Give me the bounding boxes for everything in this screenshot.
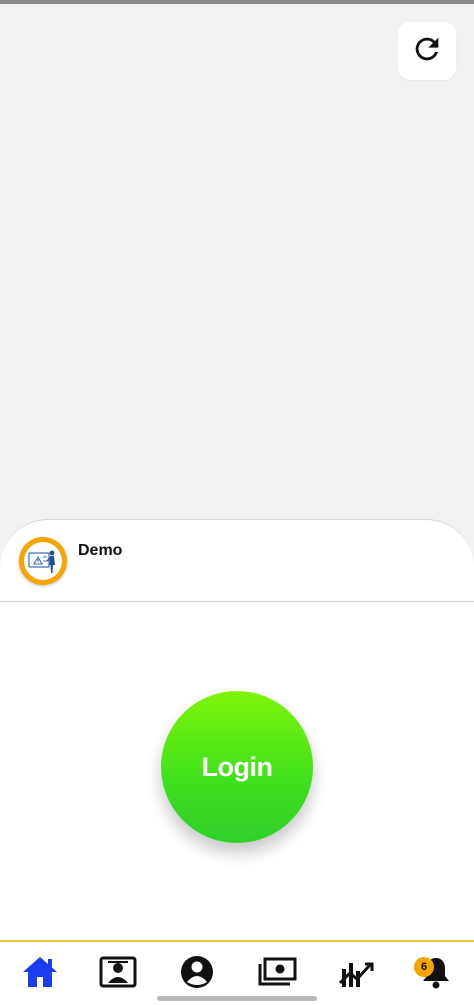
nav-contacts[interactable]	[96, 954, 140, 994]
trend-chart-icon	[337, 955, 375, 994]
notification-badge: 6	[414, 957, 434, 977]
account-header[interactable]: Demo	[0, 520, 474, 602]
avatar[interactable]	[19, 537, 67, 585]
refresh-button[interactable]	[398, 22, 456, 80]
nav-account[interactable]	[175, 954, 219, 994]
nav-money[interactable]	[255, 954, 299, 994]
nav-trends[interactable]	[334, 954, 378, 994]
contact-card-icon	[99, 955, 137, 994]
account-circle-icon	[179, 954, 215, 995]
nav-notifications[interactable]: 6	[414, 954, 458, 994]
login-button[interactable]: Login	[161, 691, 313, 843]
support-agent-icon	[24, 542, 62, 580]
nav-home[interactable]	[18, 954, 62, 994]
refresh-icon	[410, 32, 444, 71]
money-icon	[257, 956, 297, 993]
home-indicator[interactable]	[157, 996, 317, 1001]
bottom-sheet: Demo Login	[0, 519, 474, 940]
account-name: Demo	[78, 542, 123, 559]
map-area[interactable]	[0, 4, 474, 564]
home-icon	[21, 955, 59, 994]
